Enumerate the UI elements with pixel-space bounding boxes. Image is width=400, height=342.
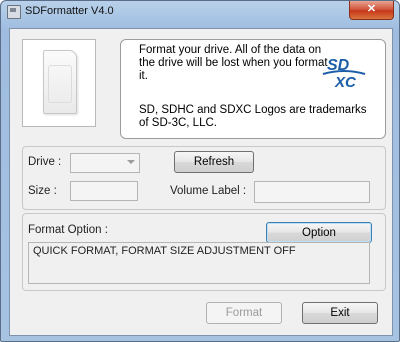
option-button[interactable]: Option	[266, 222, 372, 243]
sd-card-icon	[43, 50, 77, 114]
drive-select[interactable]	[70, 153, 140, 173]
volume-label-field[interactable]	[254, 181, 370, 203]
sd-card-image-box	[22, 39, 96, 127]
size-field	[70, 181, 138, 201]
logo-text-bottom: XC	[334, 74, 357, 91]
info-panel: Format your drive. All of the data on th…	[120, 39, 386, 139]
format-button[interactable]: Format	[206, 302, 282, 324]
format-option-status: QUICK FORMAT, FORMAT SIZE ADJUSTMENT OFF	[28, 242, 370, 284]
close-button[interactable]: ✕	[349, 1, 394, 20]
volume-label-label: Volume Label :	[170, 185, 247, 197]
warning-text: Format your drive. All of the data on th…	[139, 44, 328, 82]
drive-label: Drive :	[28, 156, 62, 168]
app-window: SDFormatter V4.0 ✕ Format your drive. Al…	[0, 0, 400, 342]
app-icon	[7, 5, 21, 19]
trademark-text: SD, SDHC and SDXC Logos are trademarks o…	[139, 104, 367, 129]
client-area: Format your drive. All of the data on th…	[9, 28, 393, 336]
chevron-down-icon	[127, 160, 135, 164]
sdxc-logo-icon: SD XC	[322, 57, 366, 91]
format-option-label: Format Option :	[28, 224, 108, 236]
window-title: SDFormatter V4.0	[25, 5, 114, 17]
size-label: Size :	[28, 185, 57, 197]
exit-button[interactable]: Exit	[302, 302, 378, 324]
refresh-button[interactable]: Refresh	[174, 151, 254, 173]
title-bar[interactable]: SDFormatter V4.0 ✕	[1, 1, 399, 23]
